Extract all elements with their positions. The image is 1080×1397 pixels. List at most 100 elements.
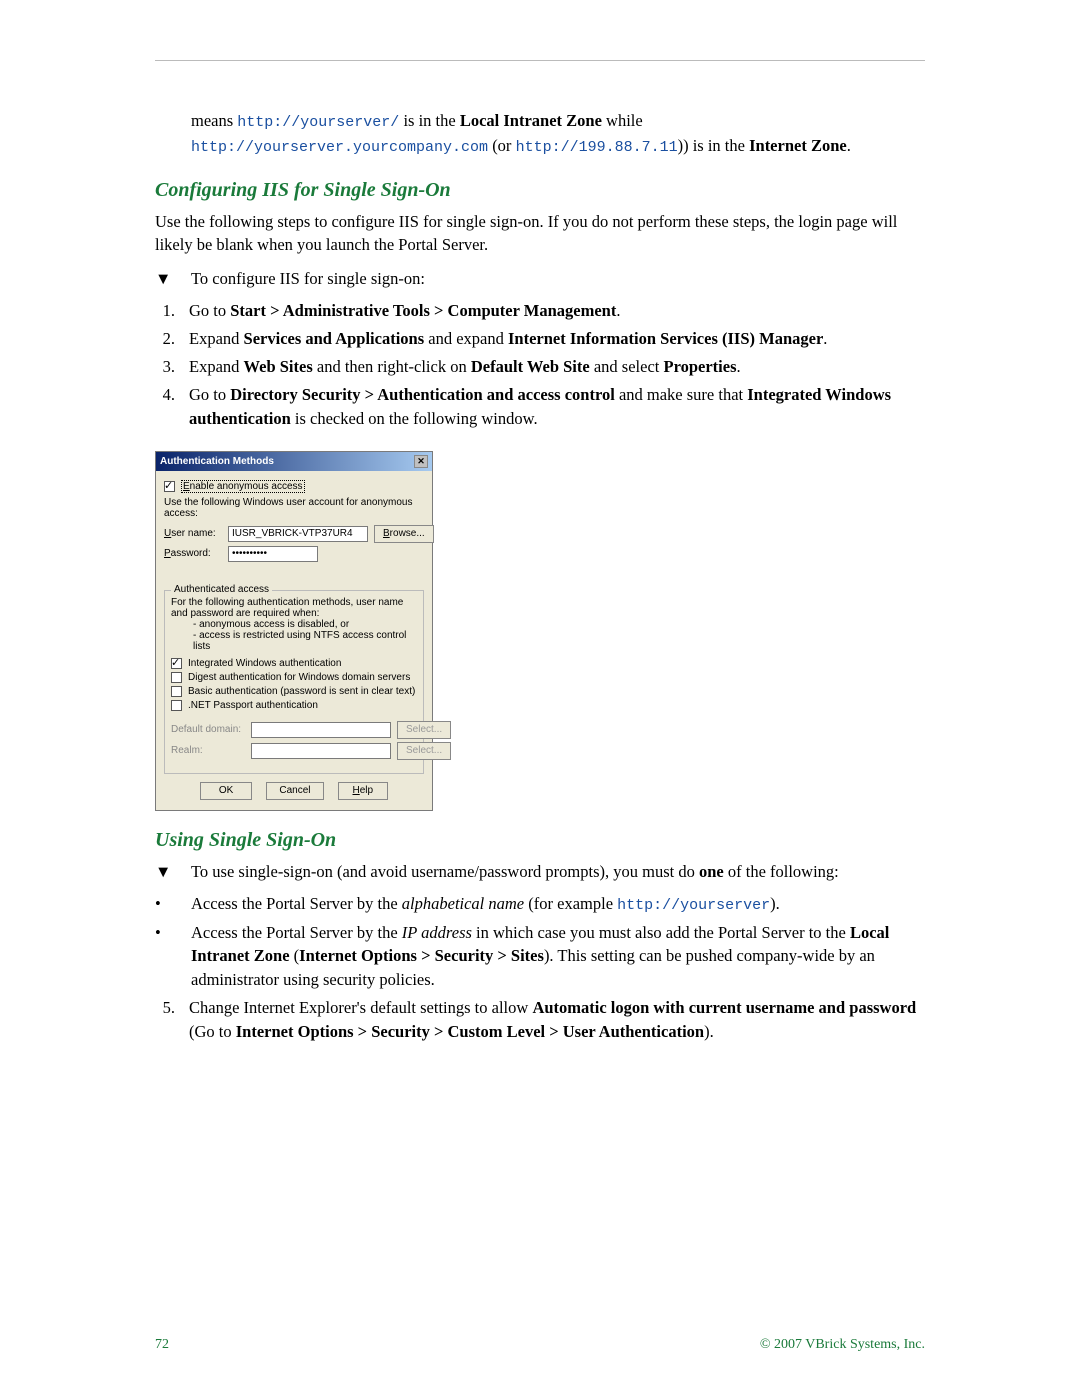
page-number: 72 [155, 1337, 169, 1353]
realm-label: Realm: [171, 745, 245, 756]
text: of the following: [724, 862, 839, 881]
text: means [191, 111, 237, 130]
close-icon[interactable]: ✕ [414, 455, 428, 468]
ok-button[interactable]: OK [200, 782, 252, 800]
steps-list: Go to Start > Administrative Tools > Com… [155, 299, 925, 431]
text: . [616, 301, 620, 320]
dialog-titlebar: Authentication Methods ✕ [156, 452, 432, 471]
text: Change Internet Explorer's default setti… [189, 998, 532, 1017]
username-input[interactable] [228, 526, 368, 542]
text: )) is in the [678, 136, 750, 155]
chk-integrated-label: Integrated Windows authentication [188, 658, 341, 669]
text: Expand [189, 329, 244, 348]
bold: Start > Administrative Tools > Computer … [230, 301, 616, 320]
italic: alphabetical name [402, 894, 524, 913]
chk-basic-label: Basic authentication (password is sent i… [188, 686, 415, 697]
bullet-2: • Access the Portal Server by the IP add… [155, 921, 925, 993]
default-domain-label: Default domain: [171, 724, 245, 735]
enable-anon-row: Enable anonymous access [164, 480, 424, 493]
steps-list-continued: Change Internet Explorer's default setti… [155, 996, 925, 1044]
page-footer: 72 © 2007 VBrick Systems, Inc. [155, 1337, 925, 1353]
bold: Internet Zone [749, 136, 847, 155]
default-domain-row: Default domain: Select... [171, 721, 417, 739]
bold: Web Sites [244, 357, 313, 376]
checkbox-passport[interactable] [171, 700, 182, 711]
copyright: © 2007 VBrick Systems, Inc. [760, 1337, 925, 1353]
password-input[interactable] [228, 546, 318, 562]
fieldset-legend: Authenticated access [171, 584, 272, 595]
arrow-icon: ▼ [155, 267, 173, 291]
bullet-1: • Access the Portal Server by the alphab… [155, 892, 925, 917]
text: is checked on the following window. [291, 409, 538, 428]
section-heading-using: Using Single Sign-On [155, 829, 925, 852]
password-label: Password: [164, 548, 222, 559]
help-button[interactable]: Help [338, 782, 389, 800]
bold: Services and Applications [244, 329, 425, 348]
intro-paragraph: means http://yourserver/ is in the Local… [191, 109, 925, 159]
dialog-title: Authentication Methods [160, 456, 274, 467]
checkbox-integrated[interactable] [171, 658, 182, 669]
text: Go to [189, 301, 230, 320]
step-2: Expand Services and Applications and exp… [155, 327, 925, 351]
step-4: Go to Directory Security > Authenticatio… [155, 383, 925, 431]
chk-integrated-row: Integrated Windows authentication [171, 658, 417, 669]
browse-button[interactable]: Browse... [374, 525, 434, 543]
bold: Internet Information Services (IIS) Mana… [508, 329, 823, 348]
section1-para: Use the following steps to configure IIS… [155, 210, 925, 258]
text: and make sure that [615, 385, 747, 404]
bold: Default Web Site [471, 357, 590, 376]
bold: Automatic logon with current username an… [532, 998, 916, 1017]
anon-desc: Use the following Windows user account f… [164, 497, 424, 519]
text: . [737, 357, 741, 376]
text: and then right-click on [313, 357, 471, 376]
bold: Internet Options > Security > Custom Lev… [236, 1022, 704, 1041]
section-heading-configuring: Configuring IIS for Single Sign-On [155, 179, 925, 202]
dialog-buttons: OK Cancel Help [164, 782, 424, 800]
step-1: Go to Start > Administrative Tools > Com… [155, 299, 925, 323]
chk-passport-label: .NET Passport authentication [188, 700, 318, 711]
text: ). [770, 894, 780, 913]
enable-anon-label: Enable anonymous access [181, 480, 305, 493]
checkbox-enable-anon[interactable] [164, 481, 175, 492]
chk-basic-row: Basic authentication (password is sent i… [171, 686, 417, 697]
text: is in the [399, 111, 460, 130]
bold: one [699, 862, 724, 881]
code: http://yourserver/ [237, 114, 399, 131]
text: Access the Portal Server by the [191, 923, 402, 942]
bold: Local Intranet Zone [460, 111, 602, 130]
arrow-icon: ▼ [155, 860, 173, 884]
text: in which case you must also add the Port… [472, 923, 850, 942]
step-5: Change Internet Explorer's default setti… [155, 996, 925, 1044]
cancel-button[interactable]: Cancel [266, 782, 323, 800]
text: . [823, 329, 827, 348]
username-label: User name: [164, 528, 222, 539]
italic: IP address [402, 923, 472, 942]
chk-passport-row: .NET Passport authentication [171, 700, 417, 711]
text: Go to [189, 385, 230, 404]
bold: Directory Security > Authentication and … [230, 385, 615, 404]
authenticated-access-fieldset: Authenticated access For the following a… [164, 590, 424, 774]
checkbox-digest[interactable] [171, 672, 182, 683]
text: To configure IIS for single sign-on: [191, 267, 425, 291]
checkbox-basic[interactable] [171, 686, 182, 697]
document-page: means http://yourserver/ is in the Local… [0, 0, 1080, 1397]
realm-input [251, 743, 391, 759]
realm-row: Realm: Select... [171, 742, 417, 760]
step-3: Expand Web Sites and then right-click on… [155, 355, 925, 379]
text: Access the Portal Server by the [191, 894, 402, 913]
chk-digest-label: Digest authentication for Windows domain… [188, 672, 410, 683]
text: ( [290, 946, 300, 965]
select-realm-button: Select... [397, 742, 451, 760]
text: To use single-sign-on (and avoid usernam… [191, 862, 699, 881]
procedure-intro: ▼ To configure IIS for single sign-on: [155, 267, 925, 291]
text: Expand [189, 357, 244, 376]
chk-digest-row: Digest authentication for Windows domain… [171, 672, 417, 683]
text: and select [590, 357, 664, 376]
bullet-list: • Access the Portal Server by the alphab… [155, 892, 925, 993]
dialog-screenshot: Authentication Methods ✕ Enable anonymou… [155, 451, 433, 811]
text: ). [704, 1022, 714, 1041]
text: and expand [424, 329, 508, 348]
top-rule [155, 60, 925, 61]
select-domain-button: Select... [397, 721, 451, 739]
bold: Properties [663, 357, 736, 376]
